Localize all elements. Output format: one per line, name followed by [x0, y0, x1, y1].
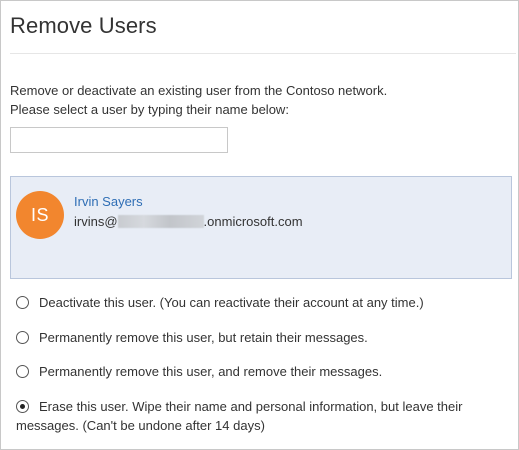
- user-email-suffix: .onmicrosoft.com: [203, 214, 303, 229]
- user-name: Irvin Sayers: [74, 194, 143, 209]
- remove-users-panel: Remove Users Remove or deactivate an exi…: [0, 0, 519, 450]
- redacted-email-domain: [117, 215, 204, 228]
- radio-erase-user[interactable]: [16, 400, 29, 413]
- option-erase-user-label-line-1: Erase this user. Wipe their name and per…: [39, 399, 463, 414]
- title-divider: [10, 53, 516, 54]
- description-line-1: Remove or deactivate an existing user fr…: [10, 83, 388, 98]
- page-title: Remove Users: [10, 13, 157, 38]
- radio-remove-messages[interactable]: [16, 365, 29, 378]
- user-email: irvins@ .onmicrosoft.com: [74, 214, 303, 229]
- radio-remove-retain-messages[interactable]: [16, 331, 29, 344]
- option-erase-user-label-line-2: messages. (Can't be undone after 14 days…: [16, 418, 265, 433]
- avatar-initials: IS: [30, 204, 49, 225]
- option-remove-retain-messages-label: Permanently remove this user, but retain…: [39, 330, 368, 345]
- description-line-2: Please select a user by typing their nam…: [10, 102, 289, 117]
- option-remove-messages-label: Permanently remove this user, and remove…: [39, 364, 383, 379]
- selected-user-card[interactable]: IS Irvin Sayers irvins@ .onmicrosoft.com: [10, 176, 512, 279]
- user-avatar: IS: [16, 191, 64, 239]
- user-search-input[interactable]: [10, 127, 228, 153]
- option-deactivate-label: Deactivate this user. (You can reactivat…: [39, 295, 424, 310]
- radio-deactivate[interactable]: [16, 296, 29, 309]
- user-email-prefix: irvins@: [74, 214, 118, 229]
